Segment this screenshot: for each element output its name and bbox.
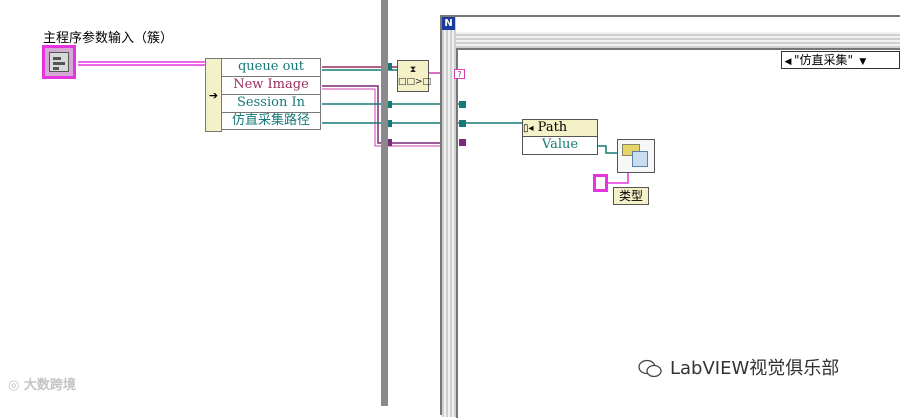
case-selector-value: "仿直采集" <box>794 53 854 67</box>
new-image-wire[interactable] <box>322 85 456 144</box>
property-value-row[interactable]: Value <box>522 137 598 155</box>
chevron-down-icon[interactable]: ▼ <box>857 54 869 70</box>
case-selector[interactable]: ◀ "仿直采集" ▼ <box>781 51 900 69</box>
loop-count-terminal[interactable]: N <box>442 17 455 30</box>
queue-icon: □□>□ <box>398 77 432 87</box>
wechat-icon <box>638 359 662 378</box>
property-node-icon: ▯◂ <box>523 123 534 134</box>
unbundle-by-name-node[interactable]: queue out New Image Session In 仿直采集路径 <box>221 58 321 130</box>
property-class-label: Path <box>537 120 568 135</box>
cluster-label: 主程序参数输入（簇） <box>43 31 174 46</box>
hourglass-icon: ⧗ <box>409 65 417 75</box>
unbundle-row-new-image[interactable]: New Image <box>221 76 321 94</box>
type-constant[interactable] <box>593 174 608 192</box>
property-node-header[interactable]: ▯◂ Path <box>522 119 598 137</box>
unbundle-input-arrow-icon[interactable]: ➔ <box>205 58 222 132</box>
unbundle-row-session-in[interactable]: Session In <box>221 94 321 112</box>
unbundle-row-queue-out[interactable]: queue out <box>221 58 321 76</box>
unbundle-row-sim-path[interactable]: 仿直采集路径 <box>221 112 321 130</box>
dequeue-element-node[interactable]: ⧗ □□>□ <box>397 60 432 92</box>
property-node[interactable]: ▯◂ Path Value <box>522 119 598 157</box>
diagram-divider <box>381 0 388 406</box>
watermark-left: ◎ 大数跨境 <box>8 378 76 393</box>
error-terminal[interactable]: ? <box>454 69 465 79</box>
watermark-logo-icon: ◎ <box>8 378 24 393</box>
case-prev-icon[interactable]: ◀ <box>782 54 794 70</box>
subvi-folder-icon[interactable] <box>617 139 655 173</box>
case-frame-border <box>456 32 900 48</box>
document-icon <box>632 151 648 167</box>
type-label: 类型 <box>613 187 649 205</box>
watermark-right: LabVIEW视觉俱乐部 <box>638 354 839 380</box>
cluster-control-icon[interactable] <box>42 45 76 79</box>
